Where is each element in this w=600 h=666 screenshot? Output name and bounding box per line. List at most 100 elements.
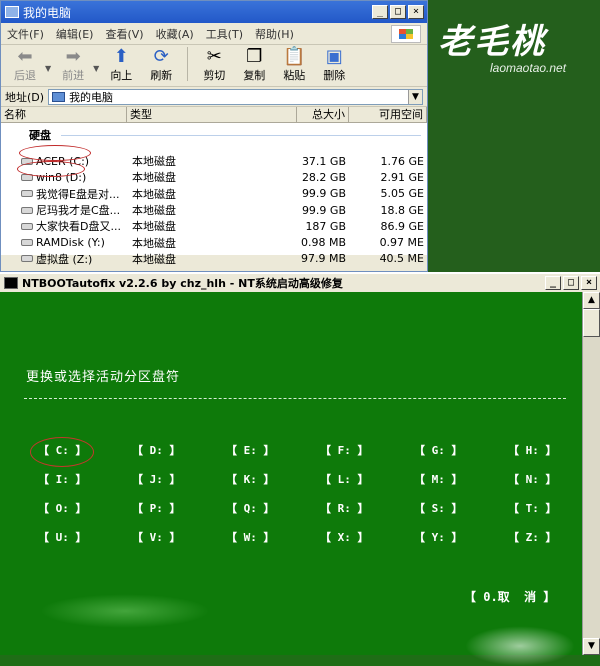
explorer-menu-bar: 文件(F) 编辑(E) 查看(V) 收藏(A) 工具(T) 帮助(H) [1, 23, 427, 45]
drive-total: 97.9 MB [300, 252, 346, 266]
highlight-circle-d [17, 161, 85, 177]
maximize-button[interactable]: □ [390, 5, 406, 19]
ntboot-title-bar[interactable]: NTBOOTautofix v2.2.6 by chz_hlh - NT系统启动… [0, 272, 600, 292]
drive-letter-option[interactable]: 【 U: 】 [38, 529, 87, 545]
scroll-up-button[interactable]: ▲ [583, 292, 600, 309]
drive-row[interactable]: 大家快看D盘又... 本地磁盘 187 GB 86.9 GE [1, 218, 427, 234]
drive-letter-option[interactable]: 【 S: 】 [414, 500, 463, 516]
drive-letter-option[interactable]: 【 I: 】 [38, 471, 87, 487]
drive-letter-option[interactable]: 【 Y: 】 [414, 529, 463, 545]
back-button[interactable]: ⬅ 后退 [5, 47, 45, 83]
address-dropdown-icon[interactable]: ▼ [408, 89, 422, 104]
explorer-toolbar: ⬅ 后退 ▼ ➡ 前进 ▼ ⬆ 向上 ⟳ 刷新 ✂ 剪切 ❐ 复制 📋 粘贴 ▣ 删除 [1, 45, 427, 87]
drive-total: 37.1 GB [301, 154, 346, 168]
menu-view[interactable]: 查看(V) [105, 26, 143, 42]
drive-free: 5.05 GE [380, 187, 424, 201]
drive-letter-option[interactable]: 【 D: 】 [132, 442, 181, 458]
back-label: 后退 [14, 69, 36, 82]
drive-label: 虚拟盘 (Z:) [36, 252, 93, 266]
drive-letter-option[interactable]: 【 W: 】 [226, 529, 275, 545]
minimize-button[interactable]: _ [372, 5, 388, 19]
drive-letter-option[interactable]: 【 V: 】 [132, 529, 181, 545]
blur-mark [465, 626, 575, 666]
highlight-circle-c [19, 145, 91, 161]
up-label: 向上 [110, 69, 133, 82]
drive-free: 2.91 GE [380, 170, 424, 184]
highlight-circle-c-option [30, 437, 94, 467]
drive-row[interactable]: 虚拟盘 (Z:) 本地磁盘 97.9 MB 40.5 ME [1, 251, 427, 267]
hard-disk-icon [21, 190, 33, 198]
back-dropdown-icon[interactable]: ▼ [45, 64, 51, 73]
cancel-option[interactable]: 【 0.取 消 】 [464, 588, 555, 605]
cut-button[interactable]: ✂ 剪切 [194, 47, 234, 83]
menu-help[interactable]: 帮助(H) [255, 26, 294, 42]
back-arrow-icon: ⬅ [17, 46, 33, 67]
copy-label: 复制 [243, 69, 266, 82]
drive-letter-option[interactable]: 【 T: 】 [508, 500, 557, 516]
drive-letter-option[interactable]: 【 Z: 】 [508, 529, 557, 545]
drive-letter-option[interactable]: 【 F: 】 [320, 442, 369, 458]
menu-tools[interactable]: 工具(T) [206, 26, 243, 42]
ntboot-maximize-button[interactable]: □ [563, 276, 579, 290]
drive-name: 尼玛我才是C盘... [1, 202, 127, 218]
logo-text: 老毛桃 [438, 22, 546, 62]
scissors-icon: ✂ [206, 46, 222, 67]
drive-type: 本地磁盘 [132, 155, 176, 169]
ntboot-close-button[interactable]: × [581, 276, 597, 290]
forward-button[interactable]: ➡ 前进 [53, 47, 93, 83]
clipboard-icon: 📋 [283, 46, 306, 67]
explorer-title-bar[interactable]: 我的电脑 _ □ × [1, 1, 427, 23]
drive-total: 28.2 GB [301, 170, 346, 184]
scroll-thumb[interactable] [583, 309, 600, 337]
drive-letter-option[interactable]: 【 G: 】 [414, 442, 463, 458]
drive-letter-option[interactable]: 【 Q: 】 [226, 500, 275, 516]
address-input[interactable]: 我的电脑 ▼ [48, 88, 423, 105]
copy-button[interactable]: ❐ 复制 [234, 47, 274, 83]
drive-letter-option[interactable]: 【 O: 】 [38, 500, 87, 516]
drive-total: 99.9 GB [301, 187, 346, 201]
copy-icon: ❐ [246, 46, 263, 67]
column-name[interactable]: 名称 [1, 107, 127, 122]
drive-letter-option[interactable]: 【 N: 】 [508, 471, 557, 487]
windows-flag-icon [391, 25, 421, 43]
drive-letter-option[interactable]: 【 P: 】 [132, 500, 181, 516]
list-header: 名称 类型 总大小 可用空间 [1, 107, 427, 123]
drive-free: 18.8 GE [380, 203, 424, 217]
drive-letter-option[interactable]: 【 L: 】 [320, 471, 369, 487]
menu-edit[interactable]: 编辑(E) [56, 26, 94, 42]
toolbar-separator [187, 47, 189, 81]
forward-dropdown-icon[interactable]: ▼ [93, 64, 99, 73]
explorer-title: 我的电脑 [23, 5, 72, 20]
up-button[interactable]: ⬆ 向上 [101, 47, 141, 83]
drive-row[interactable]: RAMDisk (Y:) 本地磁盘 0.98 MB 0.97 ME [1, 234, 427, 250]
drive-letter-option[interactable]: 【 E: 】 [226, 442, 275, 458]
forward-label: 前进 [62, 69, 85, 82]
paste-button[interactable]: 📋 粘贴 [274, 47, 314, 83]
drive-letter-option[interactable]: 【 H: 】 [508, 442, 557, 458]
ntboot-minimize-button[interactable]: _ [545, 276, 561, 290]
scroll-down-button[interactable]: ▼ [583, 638, 600, 655]
drive-letter-option[interactable]: 【 J: 】 [132, 471, 181, 487]
drive-letter-option[interactable]: 【 M: 】 [414, 471, 463, 487]
refresh-icon: ⟳ [153, 46, 169, 67]
delete-button[interactable]: ▣ 删除 [314, 47, 354, 83]
refresh-button[interactable]: ⟳ 刷新 [141, 47, 181, 83]
column-free-space[interactable]: 可用空间 [349, 107, 427, 122]
hard-disk-icon [21, 222, 33, 230]
menu-file[interactable]: 文件(F) [7, 26, 44, 42]
laomaotao-logo: 老毛桃 laomaotao.net [438, 14, 598, 75]
up-arrow-icon: ⬆ [113, 46, 129, 67]
drive-row[interactable]: 尼玛我才是C盘... 本地磁盘 99.9 GB 18.8 GE [1, 202, 427, 218]
vertical-scrollbar[interactable]: ▲ ▼ [582, 292, 600, 655]
column-total-size[interactable]: 总大小 [297, 107, 349, 122]
drive-type: 本地磁盘 [132, 220, 176, 234]
close-button[interactable]: × [408, 5, 424, 19]
drive-letter-option[interactable]: 【 K: 】 [226, 471, 275, 487]
column-type[interactable]: 类型 [127, 107, 297, 122]
drive-free: 0.97 ME [379, 236, 424, 250]
ntboot-window: NTBOOTautofix v2.2.6 by chz_hlh - NT系统启动… [0, 272, 600, 666]
drive-row[interactable]: 我觉得E盘是对... 本地磁盘 99.9 GB 5.05 GE [1, 186, 427, 202]
drive-letter-option[interactable]: 【 R: 】 [320, 500, 369, 516]
menu-favorites[interactable]: 收藏(A) [156, 26, 194, 42]
drive-letter-option[interactable]: 【 X: 】 [320, 529, 369, 545]
